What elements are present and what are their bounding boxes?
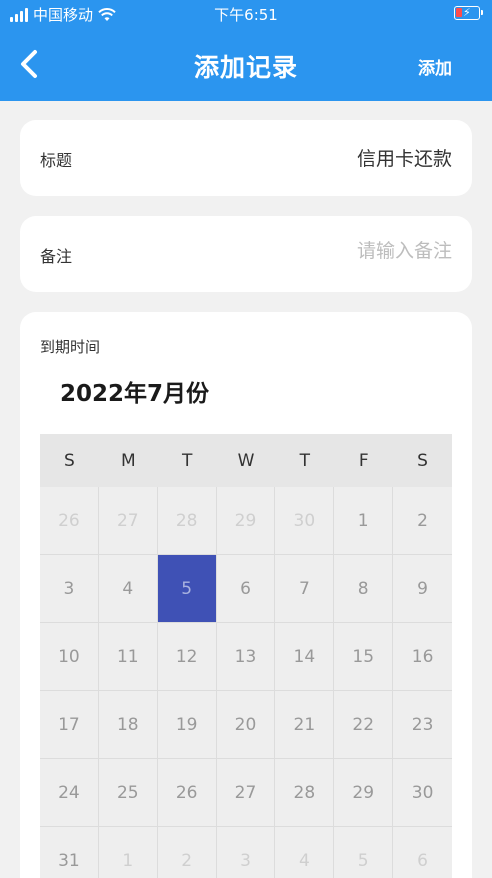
- calendar-day[interactable]: 9: [393, 555, 452, 623]
- due-date-label: 到期时间: [40, 338, 101, 356]
- calendar-day[interactable]: 11: [98, 623, 158, 691]
- calendar-day[interactable]: 1: [334, 487, 394, 555]
- calendar-day-grid: 26 27 28 29 30 1 2 3 4 5 6 7 8 9 10 11 12 13 14 15 16 17 18 19 2…: [40, 487, 452, 878]
- calendar-day[interactable]: 28: [157, 487, 217, 555]
- calendar-day[interactable]: 6: [216, 555, 276, 623]
- calendar-day[interactable]: 26: [40, 487, 99, 555]
- calendar-day[interactable]: 22: [334, 691, 394, 759]
- calendar-day[interactable]: 20: [216, 691, 276, 759]
- calendar-day[interactable]: 6: [393, 827, 452, 878]
- calendar-day[interactable]: 8: [334, 555, 394, 623]
- calendar-day[interactable]: 29: [216, 487, 276, 555]
- weekday-sat: S: [417, 450, 428, 471]
- calendar-month-title: 2022年7月份: [60, 381, 210, 407]
- calendar-day[interactable]: 24: [40, 759, 99, 827]
- calendar-day[interactable]: 17: [40, 691, 99, 759]
- weekday-wed: W: [237, 450, 255, 471]
- due-date-card: 到期时间 2022年7月份 S M T W T F S 26 27 28 29 30 1 2…: [20, 312, 472, 878]
- calendar-day[interactable]: 1: [98, 827, 158, 878]
- calendar-weekday-header: S M T W T F S: [40, 434, 452, 487]
- weekday-tue: T: [181, 450, 193, 471]
- calendar-day[interactable]: 30: [393, 759, 452, 827]
- calendar-day[interactable]: 25: [98, 759, 158, 827]
- calendar-day[interactable]: 3: [40, 555, 99, 623]
- weekday-mon: M: [120, 450, 136, 471]
- add-button[interactable]: 添加: [418, 54, 452, 79]
- calendar-day[interactable]: 28: [275, 759, 335, 827]
- status-bar: 中国移动 下午6:51 ⚡: [0, 0, 492, 28]
- calendar-day[interactable]: 18: [98, 691, 158, 759]
- calendar-day[interactable]: 2: [393, 487, 452, 555]
- calendar-day[interactable]: 26: [157, 759, 217, 827]
- calendar-day[interactable]: 2: [157, 827, 217, 878]
- calendar-day[interactable]: 4: [98, 555, 158, 623]
- calendar-day[interactable]: 14: [275, 623, 335, 691]
- note-label: 备注: [40, 247, 73, 266]
- title-label: 标题: [40, 151, 73, 170]
- calendar-day[interactable]: 31: [40, 827, 99, 878]
- calendar-day[interactable]: 10: [40, 623, 99, 691]
- note-input[interactable]: [202, 240, 452, 262]
- calendar-day[interactable]: 13: [216, 623, 276, 691]
- title-row[interactable]: 标题 信用卡还款: [20, 120, 472, 196]
- calendar-day[interactable]: 19: [157, 691, 217, 759]
- calendar-day-selected[interactable]: 5: [157, 555, 217, 623]
- weekday-fri: F: [358, 450, 369, 471]
- weekday-thu: T: [299, 450, 311, 471]
- status-time: 下午6:51: [214, 6, 278, 24]
- calendar-day[interactable]: 12: [157, 623, 217, 691]
- calendar-day[interactable]: 23: [393, 691, 452, 759]
- calendar-day[interactable]: 15: [334, 623, 394, 691]
- app-header: 中国移动 下午6:51 ⚡ 添加记录 添加: [0, 0, 492, 101]
- calendar-day[interactable]: 27: [98, 487, 158, 555]
- calendar-day[interactable]: 3: [216, 827, 276, 878]
- calendar-day[interactable]: 29: [334, 759, 394, 827]
- calendar-day[interactable]: 27: [216, 759, 276, 827]
- calendar-day[interactable]: 21: [275, 691, 335, 759]
- calendar-day[interactable]: 16: [393, 623, 452, 691]
- battery-icon: ⚡: [454, 6, 483, 20]
- calendar-day[interactable]: 7: [275, 555, 335, 623]
- note-row[interactable]: 备注: [20, 216, 472, 292]
- title-value[interactable]: 信用卡还款: [202, 144, 452, 171]
- calendar-day[interactable]: 30: [275, 487, 335, 555]
- calendar-day[interactable]: 5: [334, 827, 394, 878]
- weekday-sun: S: [64, 450, 75, 471]
- calendar-day[interactable]: 4: [275, 827, 335, 878]
- calendar: S M T W T F S 26 27 28 29 30 1 2 3 4 5 6 7 8 9 10 11 12 1…: [40, 434, 452, 878]
